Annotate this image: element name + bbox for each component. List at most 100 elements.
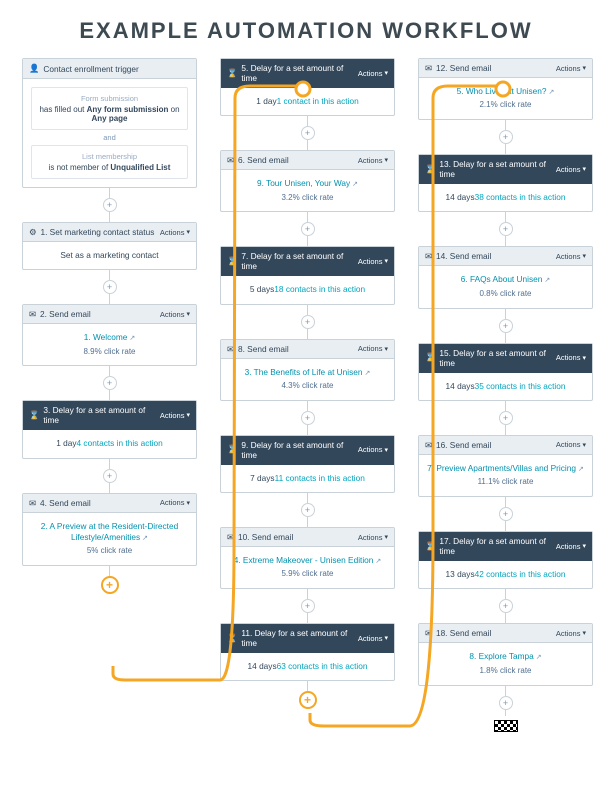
email-link[interactable]: 9. Tour Unisen, Your Way <box>257 178 350 188</box>
add-node[interactable]: + <box>499 696 513 710</box>
actions-menu[interactable]: Actions <box>358 533 388 542</box>
actions-menu[interactable]: Actions <box>556 440 586 449</box>
add-node[interactable]: + <box>301 222 315 236</box>
contacts-in-action[interactable]: 18 contacts in this action <box>274 284 365 294</box>
step-header: ⌛13. Delay for a set amount of timeActio… <box>419 155 592 184</box>
workflow-step-card[interactable]: ⌛13. Delay for a set amount of timeActio… <box>418 154 593 212</box>
actions-menu[interactable]: Actions <box>358 156 388 165</box>
actions-menu[interactable]: Actions <box>358 257 388 266</box>
actions-menu[interactable]: Actions <box>358 445 388 454</box>
step-header: ⌛5. Delay for a set amount of timeAction… <box>221 59 394 88</box>
workflow-step-card[interactable]: ⌛17. Delay for a set amount of timeActio… <box>418 531 593 589</box>
add-node[interactable]: + <box>301 315 315 329</box>
contacts-in-action[interactable]: 11 contacts in this action <box>275 473 365 483</box>
actions-menu[interactable]: Actions <box>556 64 586 73</box>
connector: + <box>22 566 197 594</box>
external-icon: ↗ <box>142 535 148 542</box>
step-title: 3. Delay for a set amount of time <box>43 405 156 425</box>
add-node[interactable]: + <box>103 198 117 212</box>
connector: + <box>220 681 395 709</box>
workflow-step-card[interactable]: ⌛5. Delay for a set amount of timeAction… <box>220 58 395 116</box>
connector: + <box>220 212 395 246</box>
workflow-step-card[interactable]: ✉10. Send emailActions4. Extreme Makeove… <box>220 527 395 589</box>
step-header: ✉14. Send emailActions <box>419 247 592 266</box>
add-node[interactable]: + <box>103 280 117 294</box>
delay-duration: 1 day <box>56 438 76 448</box>
connector: + <box>418 686 593 716</box>
contacts-in-action[interactable]: 38 contacts in this action <box>475 192 566 202</box>
workflow-step-card[interactable]: ✉4. Send emailActions2. A Preview at the… <box>22 493 197 566</box>
step-title: 16. Send email <box>436 440 552 450</box>
workflow-step-card[interactable]: ⌛3. Delay for a set amount of timeAction… <box>22 400 197 458</box>
workflow-step-card[interactable]: ✉18. Send emailActions8. Explore Tampa↗1… <box>418 623 593 685</box>
actions-menu[interactable]: Actions <box>556 252 586 261</box>
actions-menu[interactable]: Actions <box>160 228 190 237</box>
email-link[interactable]: 7. Preview Apartments/Villas and Pricing <box>427 463 576 473</box>
add-node[interactable]: + <box>301 599 315 613</box>
step-body: 5. Who Lives at Unisen?↗2.1% click rate <box>419 78 592 119</box>
add-node[interactable]: + <box>103 376 117 390</box>
connector: + <box>220 493 395 527</box>
trigger-form-box[interactable]: Form submission has filled out Any form … <box>31 87 188 130</box>
actions-menu[interactable]: Actions <box>358 344 388 353</box>
email-link[interactable]: 8. Explore Tampa <box>469 651 533 661</box>
step-title: 15. Delay for a set amount of time <box>439 348 552 368</box>
actions-menu[interactable]: Actions <box>556 353 586 362</box>
external-icon: ↗ <box>375 558 381 565</box>
actions-menu[interactable]: Actions <box>556 165 586 174</box>
add-node-highlighted[interactable]: + <box>101 576 119 594</box>
step-title: 5. Delay for a set amount of time <box>241 63 354 83</box>
add-node[interactable]: + <box>301 503 315 517</box>
add-node[interactable]: + <box>499 599 513 613</box>
connector: + <box>22 366 197 400</box>
workflow-step-card[interactable]: ✉6. Send emailActions9. Tour Unisen, You… <box>220 150 395 212</box>
person-icon: 👤 <box>29 63 39 74</box>
actions-menu[interactable]: Actions <box>160 310 190 319</box>
workflow-step-card[interactable]: ⌛15. Delay for a set amount of timeActio… <box>418 343 593 401</box>
step-header: ⌛3. Delay for a set amount of timeAction… <box>23 401 196 430</box>
add-node[interactable]: + <box>499 507 513 521</box>
add-node[interactable]: + <box>499 319 513 333</box>
workflow-step-card[interactable]: ⌛9. Delay for a set amount of timeAction… <box>220 435 395 493</box>
email-link[interactable]: 6. FAQs About Unisen <box>461 274 543 284</box>
actions-menu[interactable]: Actions <box>358 69 388 78</box>
actions-menu[interactable]: Actions <box>358 634 388 643</box>
email-link[interactable]: 5. Who Lives at Unisen? <box>457 86 547 96</box>
workflow-step-card[interactable]: ✉16. Send emailActions7. Preview Apartme… <box>418 435 593 497</box>
enrollment-trigger-card[interactable]: 👤 Contact enrollment trigger Form submis… <box>22 58 197 188</box>
workflow-step-card[interactable]: ✉12. Send emailActions5. Who Lives at Un… <box>418 58 593 120</box>
workflow-step-card[interactable]: ✉14. Send emailActions 6. FAQs About Unis… <box>418 246 593 308</box>
add-node[interactable]: + <box>301 126 315 140</box>
actions-menu[interactable]: Actions <box>160 411 190 420</box>
contacts-in-action[interactable]: 63 contacts in this action <box>277 661 368 671</box>
email-link[interactable]: 1. Welcome <box>84 332 128 342</box>
step-body: 1 day1 contact in this action <box>221 88 394 115</box>
contacts-in-action[interactable]: 35 contacts in this action <box>475 381 566 391</box>
email-link[interactable]: 4. Extreme Makeover - Unisen Edition <box>234 555 374 565</box>
step-body: 8. Explore Tampa↗1.8% click rate <box>419 643 592 684</box>
add-node[interactable]: + <box>499 222 513 236</box>
workflow-step-card[interactable]: ✉2. Send emailActions1. Welcome↗8.9% cli… <box>22 304 197 366</box>
contacts-in-action[interactable]: 4 contacts in this action <box>77 438 163 448</box>
add-node-highlighted[interactable]: + <box>299 691 317 709</box>
actions-menu[interactable]: Actions <box>160 498 190 507</box>
trigger-list-box[interactable]: List membership is not member of Unquali… <box>31 145 188 179</box>
email-link[interactable]: 3. The Benefits of Life at Unisen <box>245 367 363 377</box>
add-node[interactable]: + <box>499 411 513 425</box>
actions-menu[interactable]: Actions <box>556 542 586 551</box>
step-body: 14 days38 contacts in this action <box>419 184 592 211</box>
add-node[interactable]: + <box>103 469 117 483</box>
connector: + <box>22 188 197 222</box>
contacts-in-action[interactable]: 42 contacts in this action <box>475 569 566 579</box>
workflow-step-card[interactable]: ⌛7. Delay for a set amount of timeAction… <box>220 246 395 304</box>
step-title: 17. Delay for a set amount of time <box>439 536 552 556</box>
add-node[interactable]: + <box>301 411 315 425</box>
actions-menu[interactable]: Actions <box>556 629 586 638</box>
connector: + <box>418 589 593 623</box>
workflow-step-card[interactable]: ⚙1. Set marketing contact statusActionsS… <box>22 222 197 270</box>
add-node[interactable]: + <box>499 130 513 144</box>
contacts-in-action[interactable]: 1 contact in this action <box>277 96 359 106</box>
email-link[interactable]: 2. A Preview at the Resident-Directed Li… <box>41 521 178 542</box>
workflow-step-card[interactable]: ⌛11. Delay for a set amount of timeActio… <box>220 623 395 681</box>
workflow-step-card[interactable]: ✉8. Send emailActions3. The Benefits of … <box>220 339 395 401</box>
